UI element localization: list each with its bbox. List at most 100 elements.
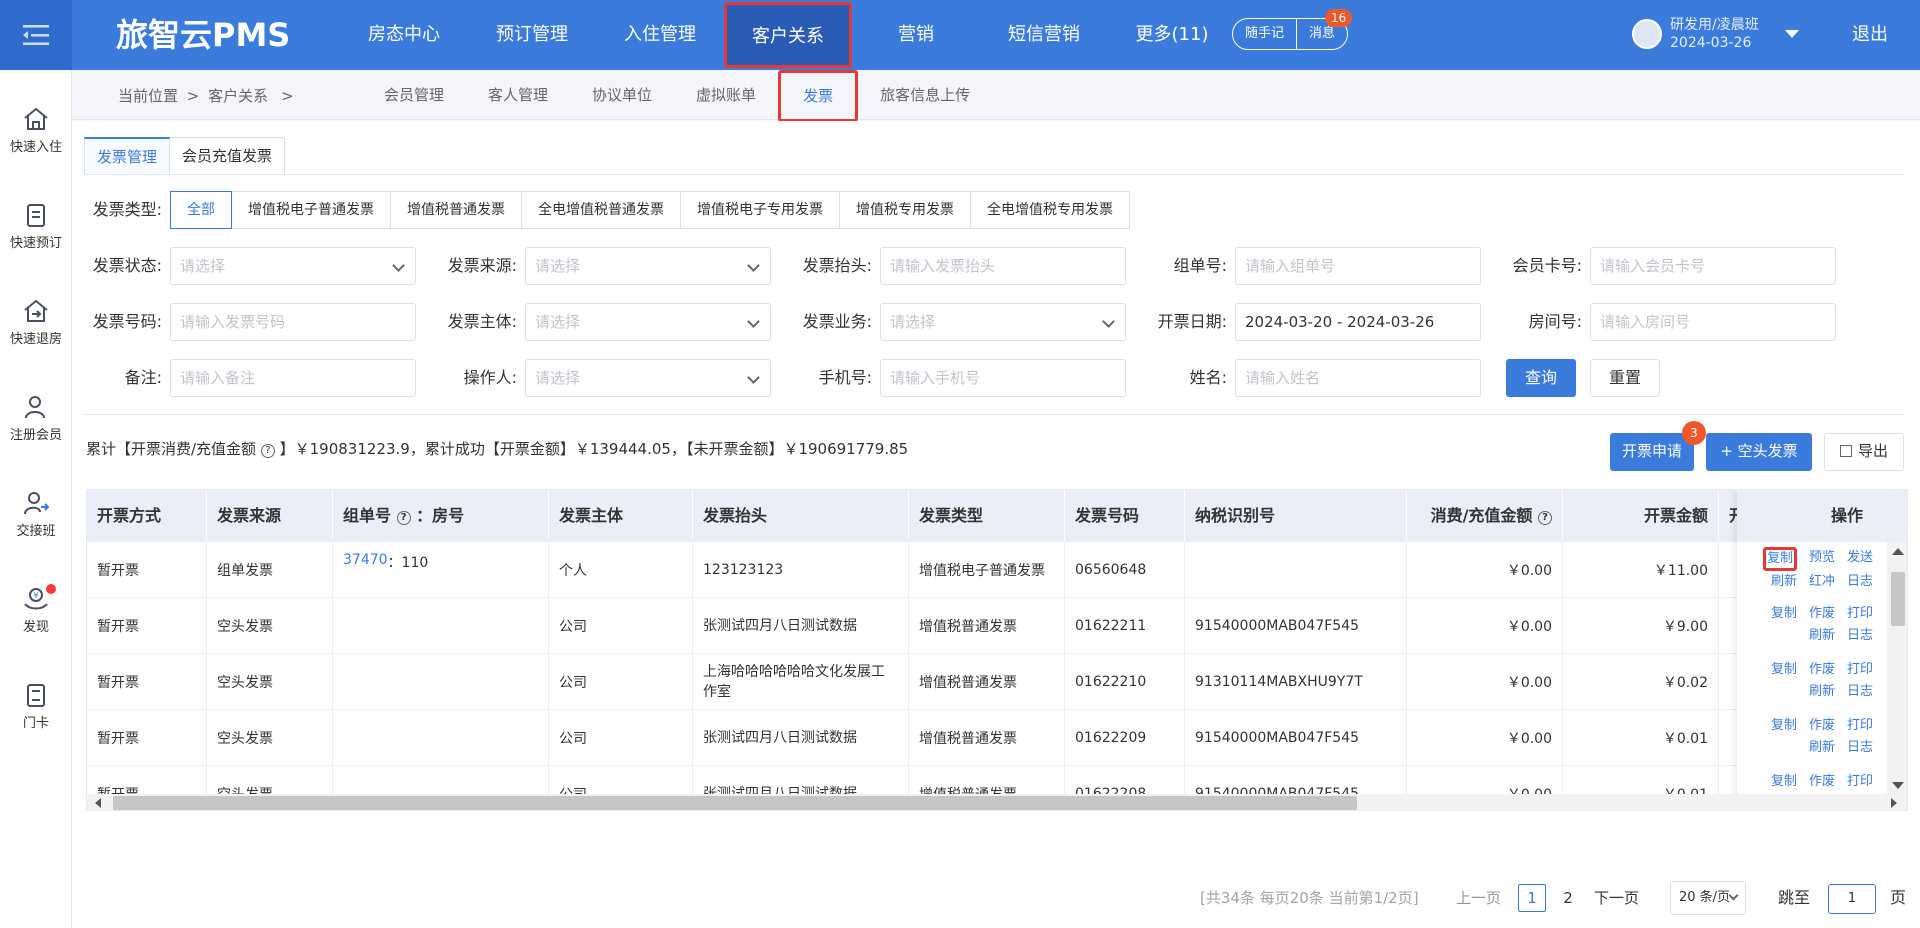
op-日志[interactable]: 日志 xyxy=(1847,737,1873,759)
invoice-type-e-vat-special[interactable]: 增值税电子专用发票 xyxy=(681,191,840,229)
breadcrumb-section[interactable]: 客户关系 xyxy=(208,87,268,105)
subtab-guest-management[interactable]: 客人管理 xyxy=(466,70,570,120)
scroll-down-icon[interactable] xyxy=(1892,782,1904,789)
op-日志[interactable]: 日志 xyxy=(1847,571,1873,593)
subtab-member-management[interactable]: 会员管理 xyxy=(362,70,466,120)
sidebar-item-discover[interactable]: ¥ 发现 xyxy=(0,584,72,635)
op-刷新[interactable]: 刷新 xyxy=(1771,571,1797,593)
op-复制[interactable]: 复制 xyxy=(1771,771,1797,793)
page-1-button[interactable]: 1 xyxy=(1518,884,1546,912)
op-复制[interactable]: 复制 xyxy=(1771,603,1797,625)
op-打印[interactable]: 打印 xyxy=(1847,715,1873,737)
export-button[interactable]: 导出 xyxy=(1824,433,1904,471)
group-input[interactable]: 请输入组单号 xyxy=(1235,247,1481,285)
nav-customer-relations[interactable]: 客户关系 xyxy=(724,2,852,68)
menu-toggle-button[interactable] xyxy=(0,0,72,70)
remark-input[interactable]: 请输入备注 xyxy=(170,359,416,397)
help-icon[interactable]: ? xyxy=(260,444,275,458)
op-刷新[interactable]: 刷新 xyxy=(1809,681,1835,703)
subtab-virtual-bill[interactable]: 虚拟账单 xyxy=(674,70,778,120)
op-红冲[interactable]: 红冲 xyxy=(1809,571,1835,593)
date-range-input[interactable]: 2024-03-20 - 2024-03-26 xyxy=(1235,303,1481,341)
subtab-guest-info-upload[interactable]: 旅客信息上传 xyxy=(858,70,992,120)
invoice-type-vat-special[interactable]: 增值税专用发票 xyxy=(840,191,971,229)
clipboard-icon xyxy=(27,204,45,227)
group-number-link[interactable]: 37470 xyxy=(343,552,388,568)
source-select[interactable]: 请选择 xyxy=(525,247,771,285)
nav-more[interactable]: 更多(11) xyxy=(1108,0,1236,70)
operations-cell: 复制作废打印刷新日志 xyxy=(1737,710,1887,766)
invoice-type-vat-normal[interactable]: 增值税普通发票 xyxy=(391,191,522,229)
sidebar-item-quick-checkout[interactable]: 快速退房 xyxy=(0,298,72,347)
invoice-type-all[interactable]: 全部 xyxy=(170,191,232,229)
op-作废[interactable]: 作废 xyxy=(1809,715,1835,737)
op-预览[interactable]: 预览 xyxy=(1809,547,1835,571)
status-select[interactable]: 请选择 xyxy=(170,247,416,285)
sidebar-item-quick-booking[interactable]: 快速预订 xyxy=(0,202,72,251)
op-作废[interactable]: 作废 xyxy=(1809,659,1835,681)
nav-sms-marketing[interactable]: 短信营销 xyxy=(980,0,1108,70)
subtab-invoice[interactable]: 发票 xyxy=(778,70,859,122)
op-复制[interactable]: 复制 xyxy=(1762,547,1797,571)
invoice-apply-button[interactable]: 开票申请 xyxy=(1610,433,1694,471)
operations-column: 操作 复制 预览 发送 刷新 红冲 日志 复制 作废 打印 刷新 日志 复制 作废 打印 刷新 日志 复制 作废打… xyxy=(1737,490,1887,810)
help-icon[interactable]: ? xyxy=(1538,511,1552,525)
scroll-up-icon[interactable] xyxy=(1892,548,1904,555)
nav-checkin[interactable]: 入住管理 xyxy=(596,0,724,70)
card-input[interactable]: 请输入会员卡号 xyxy=(1590,247,1836,285)
room-input[interactable]: 请输入房间号 xyxy=(1590,303,1836,341)
op-复制[interactable]: 复制 xyxy=(1771,659,1797,681)
invoice-type-e-vat-normal[interactable]: 增值税电子普通发票 xyxy=(232,191,391,229)
op-复制[interactable]: 复制 xyxy=(1771,715,1797,737)
op-刷新[interactable]: 刷新 xyxy=(1809,625,1835,647)
prev-page-button[interactable]: 上一页 xyxy=(1456,884,1501,912)
phone-input[interactable]: 请输入手机号 xyxy=(880,359,1126,397)
sidebar-item-register-member[interactable]: 注册会员 xyxy=(0,394,72,443)
col-invoice-amount: 开票金额 xyxy=(1563,490,1719,542)
horizontal-scrollbar[interactable] xyxy=(87,794,1907,810)
user-menu[interactable]: 研发用/凌晨班 2024-03-26 xyxy=(1632,16,1799,52)
logout-button[interactable]: 退出 xyxy=(1852,0,1888,70)
vertical-scrollbar[interactable] xyxy=(1887,542,1907,796)
help-icon[interactable]: ? xyxy=(396,511,411,525)
business-select[interactable]: 请选择 xyxy=(880,303,1126,341)
op-打印[interactable]: 打印 xyxy=(1847,659,1873,681)
operator-select[interactable]: 请选择 xyxy=(525,359,771,397)
sidebar-item-shift-handover[interactable]: 交接班 xyxy=(0,490,72,539)
tab-member-recharge-invoice[interactable]: 会员充值发票 xyxy=(170,137,286,175)
title-input[interactable]: 请输入发票抬头 xyxy=(880,247,1126,285)
op-发送[interactable]: 发送 xyxy=(1847,547,1873,571)
next-page-button[interactable]: 下一页 xyxy=(1594,884,1639,912)
chevron-down-icon[interactable] xyxy=(1784,30,1799,38)
nav-marketing[interactable]: 营销 xyxy=(852,0,980,70)
sidebar-item-room-card[interactable]: 门卡 xyxy=(0,682,72,731)
op-日志[interactable]: 日志 xyxy=(1847,625,1873,647)
vertical-scroll-thumb[interactable] xyxy=(1891,572,1905,626)
subject-select[interactable]: 请选择 xyxy=(525,303,771,341)
horizontal-scroll-thumb[interactable] xyxy=(113,796,1357,810)
goto-page-input[interactable]: 1 xyxy=(1828,884,1876,914)
op-作废[interactable]: 作废 xyxy=(1809,603,1835,625)
op-刷新[interactable]: 刷新 xyxy=(1809,737,1835,759)
blank-invoice-button[interactable]: + 空头发票 xyxy=(1706,433,1812,471)
reset-button[interactable]: 重置 xyxy=(1590,359,1660,397)
op-作废[interactable]: 作废 xyxy=(1809,771,1835,793)
op-打印[interactable]: 打印 xyxy=(1847,603,1873,625)
nav-room-status[interactable]: 房态中心 xyxy=(340,0,468,70)
quick-note-button[interactable]: 随手记 xyxy=(1233,19,1296,49)
scroll-right-icon[interactable] xyxy=(1891,798,1897,808)
invoice-type-full-e-vat-special[interactable]: 全电增值税专用发票 xyxy=(971,191,1130,229)
number-input[interactable]: 请输入发票号码 xyxy=(170,303,416,341)
page-2-button[interactable]: 2 xyxy=(1554,884,1582,912)
query-button[interactable]: 查询 xyxy=(1506,359,1576,397)
invoice-type-full-e-vat-normal[interactable]: 全电增值税普通发票 xyxy=(522,191,681,229)
tab-invoice-management[interactable]: 发票管理 xyxy=(84,137,171,175)
op-打印[interactable]: 打印 xyxy=(1847,771,1873,793)
name-input[interactable]: 请输入姓名 xyxy=(1235,359,1481,397)
sidebar-item-quick-checkin[interactable]: 快速入住 xyxy=(0,106,72,155)
nav-reservation[interactable]: 预订管理 xyxy=(468,0,596,70)
scroll-left-icon[interactable] xyxy=(95,798,101,808)
op-日志[interactable]: 日志 xyxy=(1847,681,1873,703)
page-size-select[interactable]: 20 条/页 xyxy=(1670,881,1746,915)
subtab-agreement-unit[interactable]: 协议单位 xyxy=(570,70,674,120)
